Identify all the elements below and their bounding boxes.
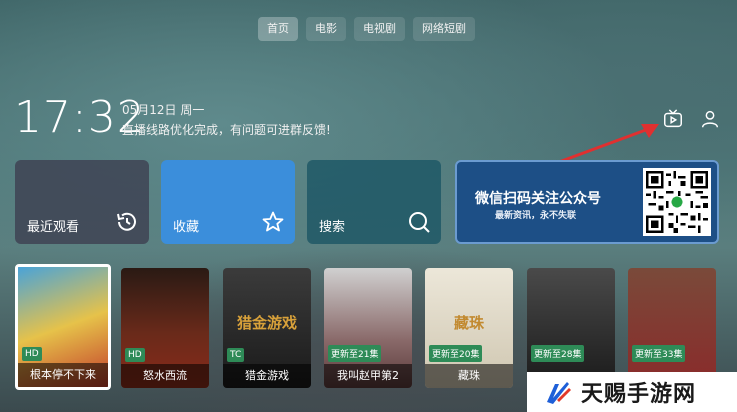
recent-watch-label: 最近观看 [27,220,80,235]
poster-title: 我叫赵甲第2 [324,364,412,388]
poster-item[interactable]: 藏珠 更新至20集 藏珠 [425,268,513,388]
search-icon [407,210,431,234]
poster-item[interactable]: HD 根本停不下来 [15,264,111,390]
date-text: 05月12日 周一 [122,103,205,117]
cast-tv-icon[interactable] [662,108,684,130]
tab-tv-series[interactable]: 电视剧 [354,17,405,41]
poster-item[interactable]: 更新至28集 [527,268,615,388]
poster-badge: 更新至21集 [328,345,382,362]
poster-badge: 更新至33集 [632,345,686,362]
recent-watch-card[interactable]: 最近观看 [15,160,149,244]
poster-title: 根本停不下来 [18,363,108,387]
favorites-label: 收藏 [173,220,200,235]
tab-web-short-drama[interactable]: 网络短剧 [413,17,475,41]
poster-title: 藏珠 [425,364,513,388]
poster-item[interactable]: 更新至33集 [628,268,716,388]
poster-item[interactable]: 猎金游戏 TC 猎金游戏 [223,268,311,388]
poster-badge: TC [227,348,245,362]
tab-movies[interactable]: 电影 [306,17,346,41]
poster-title: 怒水西流 [121,364,209,388]
watermark-text: 天赐手游网 [581,382,697,407]
tab-home[interactable]: 首页 [258,17,298,41]
favorites-card[interactable]: 收藏 [161,160,295,244]
poster-badge: 更新至20集 [429,345,483,362]
watermark-logo-icon [547,382,571,404]
watermark: 天赐手游网 [527,372,737,412]
user-icon[interactable] [699,108,721,130]
poster-art-title: 猎金游戏 [236,314,297,332]
poster-badge: HD [22,347,42,361]
poster-badge: HD [125,348,145,362]
poster-art-title: 藏珠 [453,314,484,332]
poster-item[interactable]: HD 怒水西流 [121,268,209,388]
qr-title: 微信扫码关注公众号 [475,191,601,207]
star-icon [261,210,285,234]
qr-code-icon [643,168,711,236]
poster-badge: 更新至28集 [531,345,585,362]
search-card[interactable]: 搜索 [307,160,441,244]
poster-title: 猎金游戏 [223,364,311,388]
notice-text: 直播线路优化完成，有问题可进群反馈! [122,123,331,137]
top-nav: 首页 电影 电视剧 网络短剧 [258,17,475,41]
history-icon [115,210,139,234]
poster-art [628,268,716,388]
poster-art [527,268,615,388]
wechat-qr-card[interactable]: 微信扫码关注公众号 最新资讯，永不失联 [455,160,719,244]
search-label: 搜索 [319,220,346,235]
qr-subtitle: 最新资讯，永不失联 [495,211,577,221]
poster-item[interactable]: 更新至21集 我叫赵甲第2 [324,268,412,388]
